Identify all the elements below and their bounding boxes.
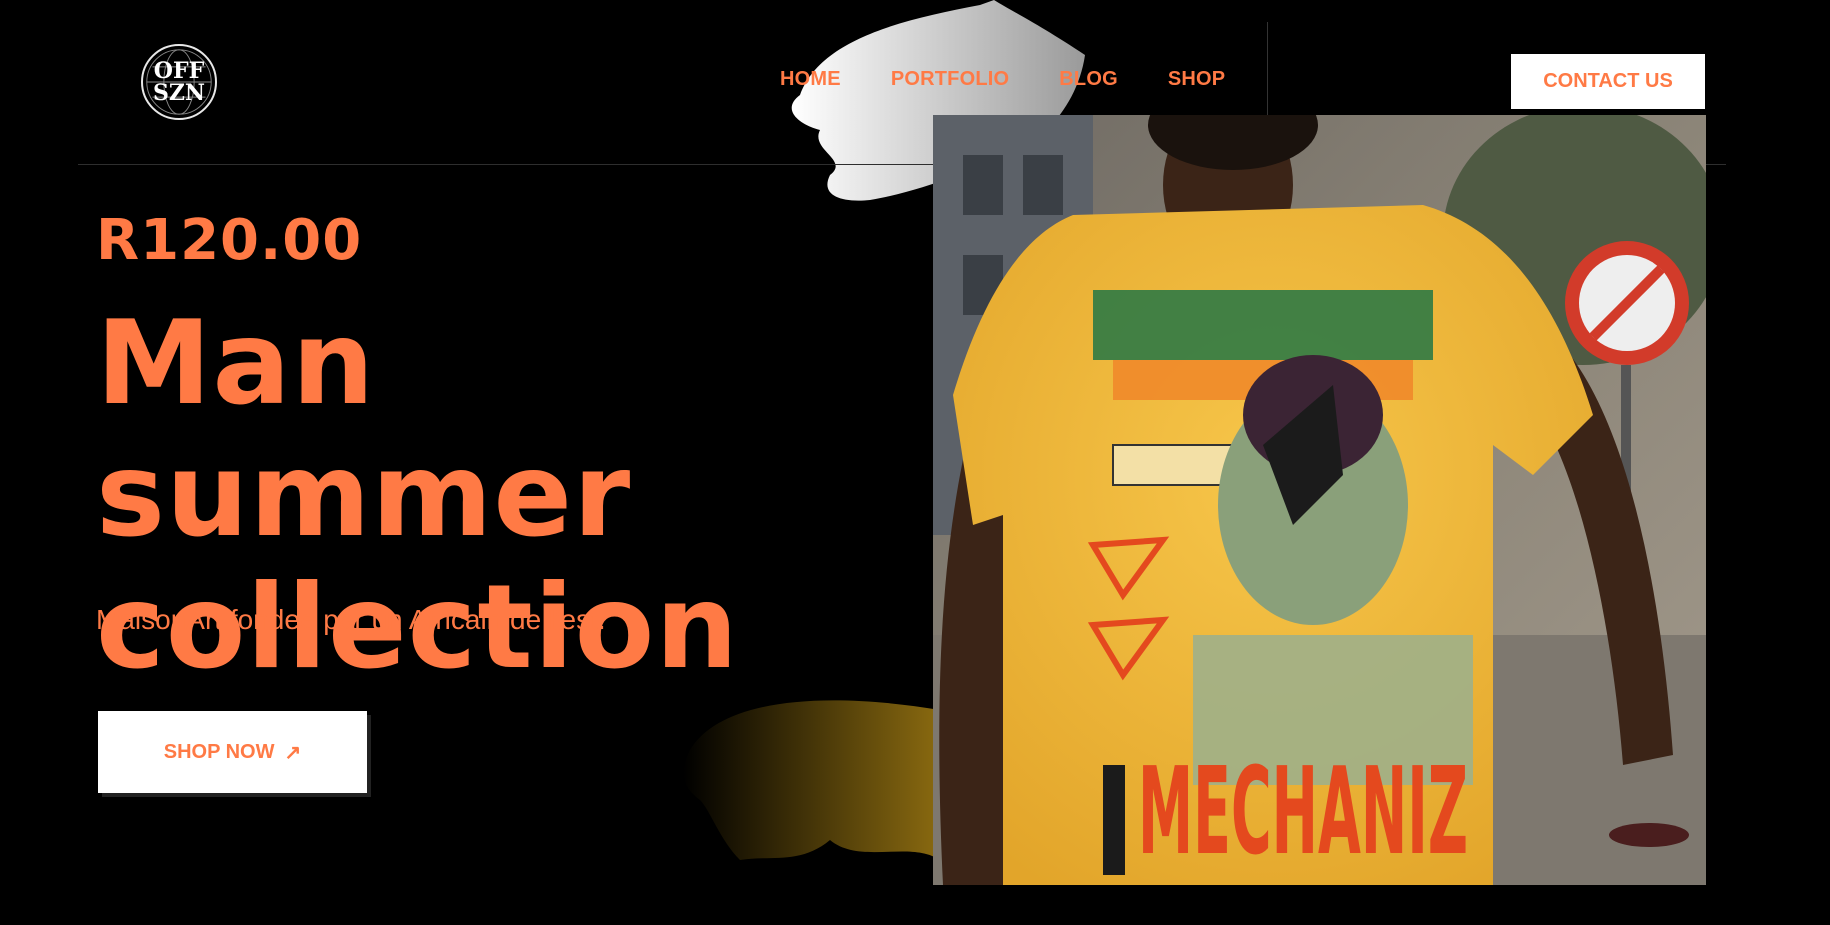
shop-now-button[interactable]: SHOP NOW ↗ — [98, 711, 367, 793]
nav-shop[interactable]: SHOP — [1168, 68, 1225, 91]
brush-stroke-gold-decoration — [683, 700, 940, 860]
product-price: R120.00 — [96, 208, 363, 273]
nav-blog[interactable]: BLOG — [1059, 68, 1118, 91]
shop-now-label: SHOP NOW — [163, 740, 275, 763]
nav-portfolio[interactable]: PORTFOLIO — [891, 68, 1009, 91]
main-nav: HOME PORTFOLIO BLOG SHOP — [780, 68, 1225, 91]
brand-logo[interactable]: OFF SZN — [141, 44, 217, 120]
nav-home[interactable]: HOME — [780, 68, 841, 91]
contact-us-button[interactable]: CONTACT US — [1511, 54, 1705, 109]
hero-title-line1: Man summer — [96, 296, 632, 563]
hero-tagline: MaisonArt fondee par un Africain de l'es… — [96, 604, 606, 635]
logo-text-line1: OFF — [153, 58, 205, 84]
logo-text-line2: SZN — [152, 80, 206, 106]
arrow-up-right-icon: ↗ — [284, 741, 302, 764]
hero-product-image: MECHANIZ — [933, 115, 1706, 885]
shirt-graphic-text: MECHANIZ — [1138, 743, 1468, 882]
